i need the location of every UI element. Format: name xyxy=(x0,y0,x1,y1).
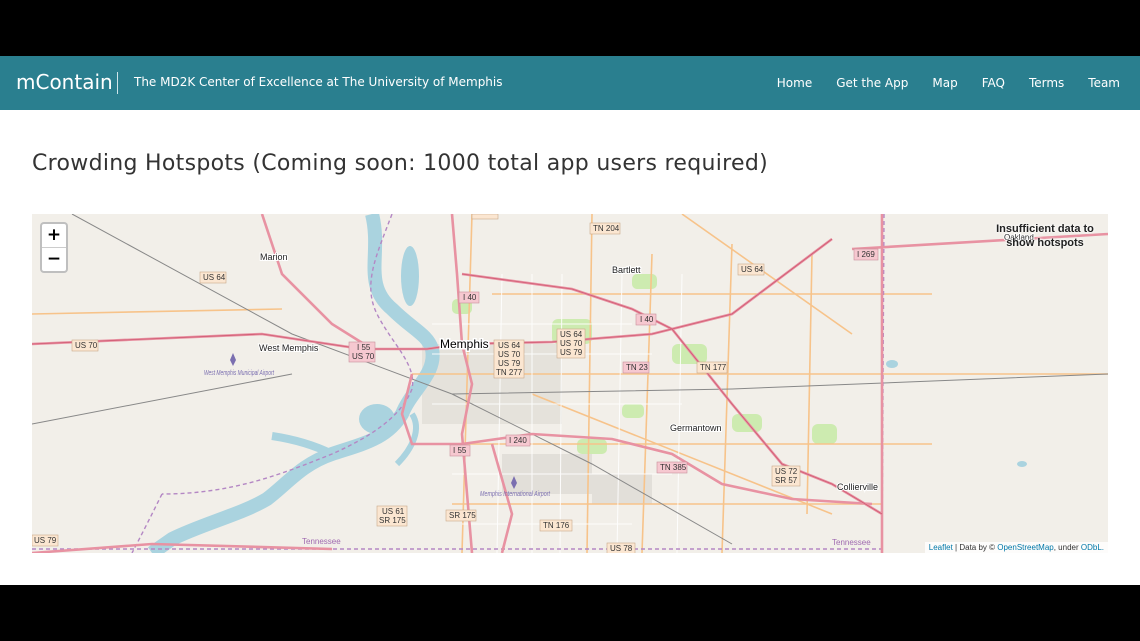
svg-text:US 64: US 64 xyxy=(203,273,226,282)
shield-i40-east: I 40 xyxy=(635,313,657,326)
svg-text:SR 175: SR 175 xyxy=(449,511,476,520)
leaflet-link[interactable]: Leaflet xyxy=(929,543,953,552)
shield-us61-sr175: US 61SR 175 xyxy=(376,505,408,527)
shield-us70-left: US 70 xyxy=(71,339,99,352)
zoom-control: + − xyxy=(40,222,68,273)
shield-i55-us70: I 55US 70 xyxy=(348,341,376,363)
navbar-subtitle: The MD2K Center of Excellence at The Uni… xyxy=(134,75,503,89)
svg-text:I 40: I 40 xyxy=(640,315,654,324)
map-tiles[interactable]: Memphis West Memphis Marion Bartlett Ger… xyxy=(32,214,1108,553)
nav-home[interactable]: Home xyxy=(777,76,812,90)
shield-us64-right: US 64 xyxy=(737,263,765,276)
place-germantown: Germantown xyxy=(670,423,722,433)
shield-tn23: TN 23 xyxy=(622,361,650,374)
shield-us79-sw: US 79 xyxy=(32,534,59,547)
svg-text:US 61: US 61 xyxy=(382,507,405,516)
attribution-under: , under xyxy=(1053,543,1081,552)
navbar: mContain The MD2K Center of Excellence a… xyxy=(0,56,1140,110)
attribution-separator: | Data by © xyxy=(952,543,998,552)
nav-get-the-app[interactable]: Get the App xyxy=(836,76,908,90)
interstates xyxy=(32,214,1108,553)
page-title: Crowding Hotspots (Coming soon: 1000 tot… xyxy=(32,151,769,176)
shield-east-stack: US 64US 70US 79 xyxy=(556,328,586,359)
shield-us64-left: US 64 xyxy=(199,271,227,284)
hotspot-map[interactable]: Memphis West Memphis Marion Bartlett Ger… xyxy=(32,214,1108,553)
place-west-memphis: West Memphis xyxy=(259,343,319,353)
svg-text:US 78: US 78 xyxy=(610,544,633,553)
shield-i240: I 240 xyxy=(505,434,531,447)
nav-terms[interactable]: Terms xyxy=(1029,76,1064,90)
state-label-tennessee-left: Tennessee xyxy=(302,537,341,546)
svg-text:US 70: US 70 xyxy=(75,341,98,350)
svg-text:US 79: US 79 xyxy=(34,536,57,545)
place-bartlett: Bartlett xyxy=(612,265,641,275)
shield-tn176: TN 176 xyxy=(539,519,573,532)
brand-divider xyxy=(117,72,118,94)
svg-text:TN 277: TN 277 xyxy=(496,368,523,377)
svg-text:SR 57: SR 57 xyxy=(775,476,798,485)
svg-text:SR 175: SR 175 xyxy=(379,516,406,525)
airport-label-memphis: Memphis International Airport xyxy=(480,491,551,498)
svg-text:US 79: US 79 xyxy=(560,348,583,357)
svg-text:I 55: I 55 xyxy=(357,343,371,352)
svg-text:US 64: US 64 xyxy=(741,265,764,274)
urban-areas xyxy=(422,344,652,504)
place-memphis: Memphis xyxy=(440,337,489,351)
svg-text:TN 176: TN 176 xyxy=(543,521,570,530)
map-attribution: Leaflet | Data by © OpenStreetMap, under… xyxy=(924,542,1108,553)
rail-lines xyxy=(32,214,1108,545)
svg-text:US 70: US 70 xyxy=(560,339,583,348)
place-marion: Marion xyxy=(260,252,288,262)
mississippi-river xyxy=(147,214,440,553)
shield-tn177: TN 177 xyxy=(696,361,728,374)
insufficient-data-message: Insufficient data to show hotspots xyxy=(996,223,1094,249)
svg-text:TN 23: TN 23 xyxy=(626,363,648,372)
page: mContain The MD2K Center of Excellence a… xyxy=(0,56,1140,585)
nav-faq[interactable]: FAQ xyxy=(982,76,1005,90)
shield-tn204: TN 204 xyxy=(589,222,621,235)
shield-sr175: SR 175 xyxy=(445,509,477,522)
airport-label-west-memphis: West Memphis Municipal Airport xyxy=(204,370,275,377)
nav-links: Home Get the App Map FAQ Terms Team xyxy=(753,56,1120,110)
svg-text:I 240: I 240 xyxy=(509,436,527,445)
svg-text:I 40: I 40 xyxy=(463,293,477,302)
shield-us72-sr57: US 72SR 57 xyxy=(771,465,801,487)
openstreetmap-link[interactable]: OpenStreetMap xyxy=(997,543,1053,552)
svg-text:I 55: I 55 xyxy=(453,446,467,455)
svg-text:TN 385: TN 385 xyxy=(660,463,687,472)
svg-text:US 70: US 70 xyxy=(352,352,375,361)
shield-i269: I 269 xyxy=(853,248,879,261)
shield-tn385: TN 385 xyxy=(656,461,688,474)
zoom-in-button[interactable]: + xyxy=(42,224,66,248)
nav-team[interactable]: Team xyxy=(1088,76,1120,90)
letterbox-bottom xyxy=(0,585,1140,641)
zoom-out-button[interactable]: − xyxy=(42,248,66,271)
svg-text:I 269: I 269 xyxy=(857,250,875,259)
place-collierville: Collierville xyxy=(837,482,878,492)
nav-map[interactable]: Map xyxy=(932,76,957,90)
secondary-roads xyxy=(32,214,1108,553)
letterbox-top xyxy=(0,0,1140,56)
svg-text:US 64: US 64 xyxy=(498,341,521,350)
svg-text:US 79: US 79 xyxy=(498,359,521,368)
svg-text:TN 204: TN 204 xyxy=(593,224,620,233)
shield-i40-north: I 40 xyxy=(458,291,480,304)
svg-text:US 70: US 70 xyxy=(498,350,521,359)
shield-us51 xyxy=(471,214,499,220)
shield-us78: US 78 xyxy=(606,542,636,553)
svg-text:US 64: US 64 xyxy=(560,330,583,339)
shield-center-stack: US 64US 70US 79TN 277 xyxy=(493,339,525,379)
brand-link[interactable]: mContain xyxy=(16,70,113,94)
shield-i55-south: I 55 xyxy=(449,444,471,457)
state-label-tennessee-right: Tennessee xyxy=(832,538,871,547)
svg-text:US 72: US 72 xyxy=(775,467,798,476)
svg-text:TN 177: TN 177 xyxy=(700,363,727,372)
odbl-link[interactable]: ODbL. xyxy=(1081,543,1104,552)
